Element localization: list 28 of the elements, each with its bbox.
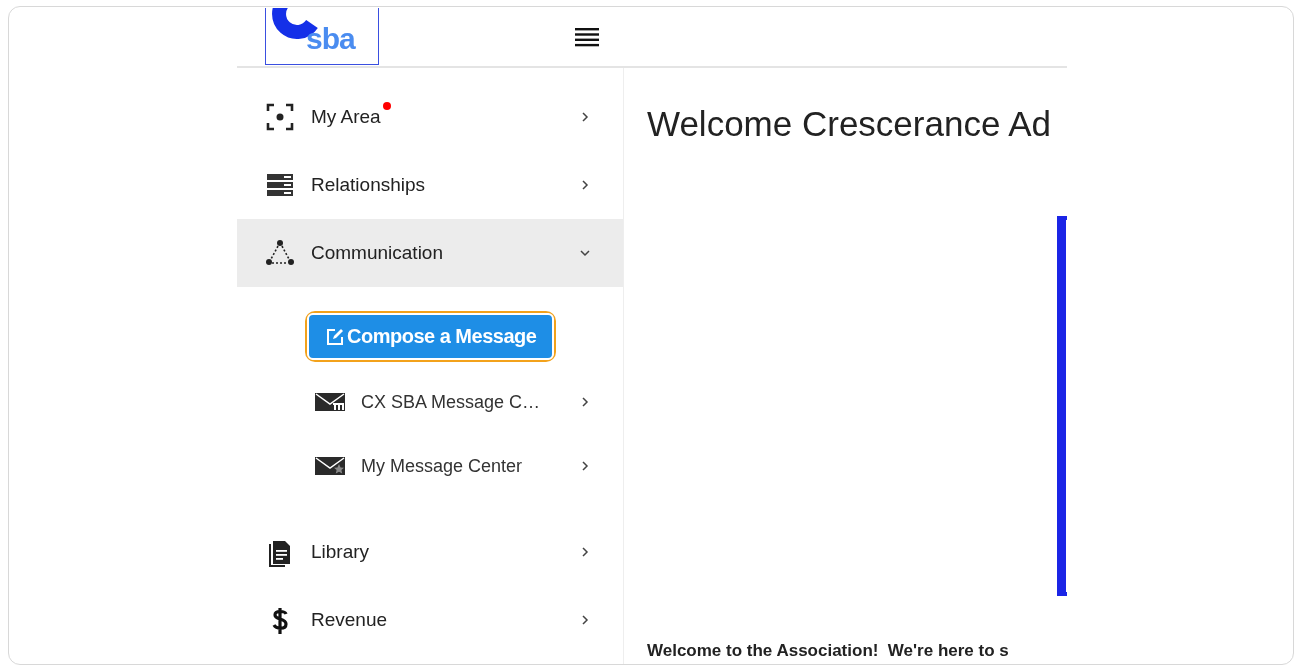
submenu-item[interactable]: My Message Center (237, 434, 623, 498)
network-icon (265, 238, 295, 268)
chevron-right-icon (579, 396, 591, 408)
nav-label: Revenue (311, 609, 388, 630)
nav-label: Relationships (311, 174, 426, 195)
intro-text: Welcome to the Association! We're here to s (647, 641, 1009, 661)
edit-icon (325, 326, 345, 347)
nav-item[interactable]: Revenue (237, 586, 623, 654)
nav-item[interactable]: Communication (237, 219, 623, 287)
page-heading: Welcome Crescerance Ad (647, 104, 1052, 144)
chevron-right-icon (579, 614, 591, 626)
chevron-right-icon (579, 111, 591, 123)
menu-icon (575, 26, 599, 47)
nav-item[interactable]: My Area (237, 83, 623, 151)
chevron-right-icon (579, 179, 591, 191)
submenu-label: My Message Center (361, 455, 523, 477)
nav-item[interactable]: Library (237, 518, 623, 586)
chevron-right-icon (579, 546, 591, 558)
nav-label: Library (311, 541, 370, 562)
nav-label: My Area (311, 106, 381, 127)
mail-bank-icon (315, 391, 345, 413)
submenu-label: CX SBA Message C… (361, 391, 541, 413)
nav-label: Communication (311, 242, 443, 263)
chevron-down-icon (579, 247, 591, 259)
focus-icon (265, 102, 295, 132)
submenu-item[interactable]: CX SBA Message C… (237, 370, 623, 434)
chevron-right-icon (579, 460, 591, 472)
nav-item[interactable]: Relationships (237, 151, 623, 219)
